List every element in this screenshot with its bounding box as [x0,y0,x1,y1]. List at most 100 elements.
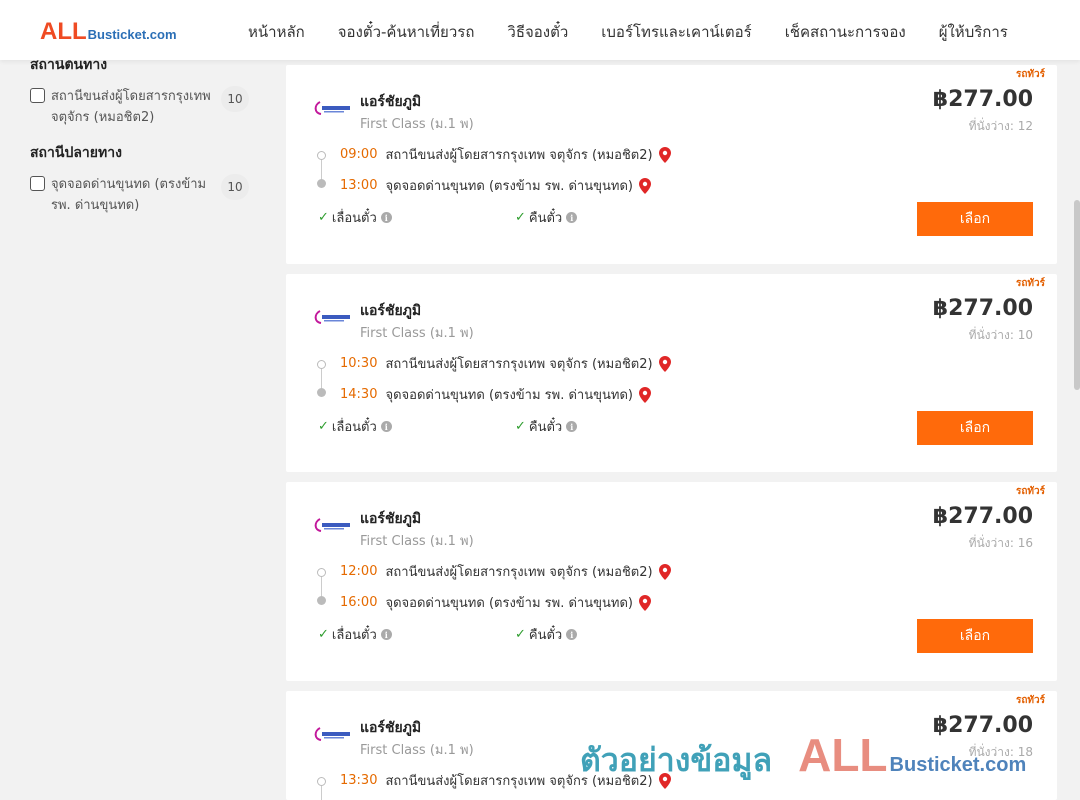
destination-checkbox[interactable] [30,176,45,191]
main-nav: หน้าหลัก จองตั๋ว-ค้นหาเที่ยวรถ วิธีจองตั… [248,20,1008,44]
select-trip-button[interactable]: เลือก [917,411,1033,445]
origin-filter-option[interactable]: สถานีขนส่งผู้โดยสารกรุงเทพ จตุจักร (หมอช… [30,86,256,128]
operator-logo-icon [314,310,350,324]
operator-name: แอร์ชัยภูมิ [360,720,422,736]
check-icon: ✓ [318,210,329,225]
map-pin-icon[interactable] [638,594,651,611]
destination-filter-option[interactable]: จุดจอดด่านขุนทด (ตรงข้าม รพ. ด่านขุนทด) … [30,174,256,216]
page-scrollbar[interactable] [1074,200,1080,390]
refund-label: คืนตั๋ว [528,420,563,435]
departure-station: สถานีขนส่งผู้โดยสารกรุงเทพ จตุจักร (หมอช… [385,774,653,789]
change-policy: ✓ เลื่อนตั๋ว i [318,416,392,437]
check-icon: ✓ [515,627,526,642]
arrival-time: 14:30 [340,387,378,402]
info-icon[interactable]: i [566,421,578,432]
bus-type-ribbon: รถทัวร์ [1015,69,1045,80]
check-icon: ✓ [515,210,526,225]
seats-available: ที่นั่งว่าง: 10 [968,328,1033,342]
bus-type-ribbon: รถทัวร์ [1015,278,1045,289]
check-icon: ✓ [515,419,526,434]
check-icon: ✓ [318,627,329,642]
arrival-dot [317,388,326,397]
origin-checkbox[interactable] [30,88,45,103]
departure-station: สถานีขนส่งผู้โดยสารกรุงเทพ จตุจักร (หมอช… [385,565,653,580]
arrival-stop: 16:00 จุดจอดด่านขุนทด (ตรงข้าม รพ. ด่านข… [340,592,651,613]
change-policy: ✓ เลื่อนตั๋ว i [318,624,392,645]
map-pin-icon[interactable] [658,772,671,789]
select-trip-button[interactable]: เลือก [917,619,1033,653]
nav-book-search[interactable]: จองตั๋ว-ค้นหาเที่ยวรถ [338,20,475,44]
info-icon[interactable]: i [380,421,392,432]
departure-time: 13:30 [340,773,378,788]
departure-stop: 12:00 สถานีขนส่งผู้โดยสารกรุงเทพ จตุจักร… [340,561,671,582]
site-header: ALL Busticket.com หน้าหลัก จองตั๋ว-ค้นหา… [0,0,1080,60]
ticket-price: ฿277.00 [932,504,1033,529]
arrival-time: 16:00 [340,595,378,610]
departure-dot [317,568,326,577]
arrival-station: จุดจอดด่านขุนทด (ตรงข้าม รพ. ด่านขุนทด) [385,596,633,611]
departure-time: 12:00 [340,564,378,579]
change-label: เลื่อนตั๋ว [331,211,377,226]
nav-how-to-book[interactable]: วิธีจองตั๋ว [507,20,568,44]
info-icon[interactable]: i [380,212,392,223]
refund-label: คืนตั๋ว [528,211,563,226]
bus-class: First Class (ม.1 พ) [360,326,474,341]
departure-stop: 10:30 สถานีขนส่งผู้โดยสารกรุงเทพ จตุจักร… [340,353,671,374]
select-trip-button[interactable]: เลือก [917,202,1033,236]
destination-filter-label: จุดจอดด่านขุนทด (ตรงข้าม รพ. ด่านขุนทด) [51,177,207,213]
refund-policy: ✓ คืนตั๋ว i [515,207,578,228]
nav-phone-counters[interactable]: เบอร์โทรและเคาน์เตอร์ [601,20,751,44]
arrival-stop: 14:30 จุดจอดด่านขุนทด (ตรงข้าม รพ. ด่านข… [340,384,651,405]
arrival-stop: 13:00 จุดจอดด่านขุนทด (ตรงข้าม รพ. ด่านข… [340,175,651,196]
trip-card: รถทัวร์ แอร์ชัยภูมิ First Class (ม.1 พ) … [286,274,1057,472]
info-icon[interactable]: i [380,629,392,640]
origin-filter-count: 10 [221,86,249,112]
operator-logo-icon [314,518,350,532]
operator-logo-icon [314,727,350,741]
departure-station: สถานีขนส่งผู้โดยสารกรุงเทพ จตุจักร (หมอช… [385,357,653,372]
change-label: เลื่อนตั๋ว [331,628,377,643]
departure-station: สถานีขนส่งผู้โดยสารกรุงเทพ จตุจักร (หมอช… [385,148,653,163]
nav-check-booking[interactable]: เช็คสถานะการจอง [785,20,906,44]
change-label: เลื่อนตั๋ว [331,420,377,435]
bus-class: First Class (ม.1 พ) [360,534,474,549]
ticket-price: ฿277.00 [932,296,1033,321]
departure-dot [317,360,326,369]
departure-stop: 13:30 สถานีขนส่งผู้โดยสารกรุงเทพ จตุจักร… [340,770,671,791]
trip-card: รถทัวร์ แอร์ชัยภูมิ First Class (ม.1 พ) … [286,691,1057,800]
arrival-time: 13:00 [340,178,378,193]
bus-type-ribbon: รถทัวร์ [1015,695,1045,706]
seats-available: ที่นั่งว่าง: 16 [968,536,1033,550]
map-pin-icon[interactable] [638,177,651,194]
refund-label: คืนตั๋ว [528,628,563,643]
departure-time: 10:30 [340,356,378,371]
trip-card: รถทัวร์ แอร์ชัยภูมิ First Class (ม.1 พ) … [286,482,1057,681]
departure-stop: 09:00 สถานีขนส่งผู้โดยสารกรุงเทพ จตุจักร… [340,144,671,165]
seats-available: ที่นั่งว่าง: 12 [968,119,1033,133]
bus-type-ribbon: รถทัวร์ [1015,486,1045,497]
nav-operators[interactable]: ผู้ให้บริการ [939,20,1008,44]
arrival-dot [317,179,326,188]
info-icon[interactable]: i [566,212,578,223]
refund-policy: ✓ คืนตั๋ว i [515,624,578,645]
filter-sidebar: สถานีต้นทาง สถานีขนส่งผู้โดยสารกรุงเทพ จ… [30,54,256,216]
operator-logo-icon [314,101,350,115]
arrival-station: จุดจอดด่านขุนทด (ตรงข้าม รพ. ด่านขุนทด) [385,388,633,403]
operator-name: แอร์ชัยภูมิ [360,303,422,319]
map-pin-icon[interactable] [658,146,671,163]
map-pin-icon[interactable] [658,563,671,580]
departure-time: 09:00 [340,147,378,162]
change-policy: ✓ เลื่อนตั๋ว i [318,207,392,228]
info-icon[interactable]: i [566,629,578,640]
ticket-price: ฿277.00 [932,87,1033,112]
nav-home[interactable]: หน้าหลัก [248,20,305,44]
logo-all: ALL [40,18,87,45]
map-pin-icon[interactable] [638,386,651,403]
operator-name: แอร์ชัยภูมิ [360,511,422,527]
trip-card: รถทัวร์ แอร์ชัยภูมิ First Class (ม.1 พ) … [286,65,1057,264]
origin-filter-label: สถานีขนส่งผู้โดยสารกรุงเทพ จตุจักร (หมอช… [51,89,211,125]
map-pin-icon[interactable] [658,355,671,372]
bus-class: First Class (ม.1 พ) [360,743,474,758]
logo-busticket: Busticket.com [87,27,177,42]
site-logo[interactable]: ALL Busticket.com [40,18,177,46]
